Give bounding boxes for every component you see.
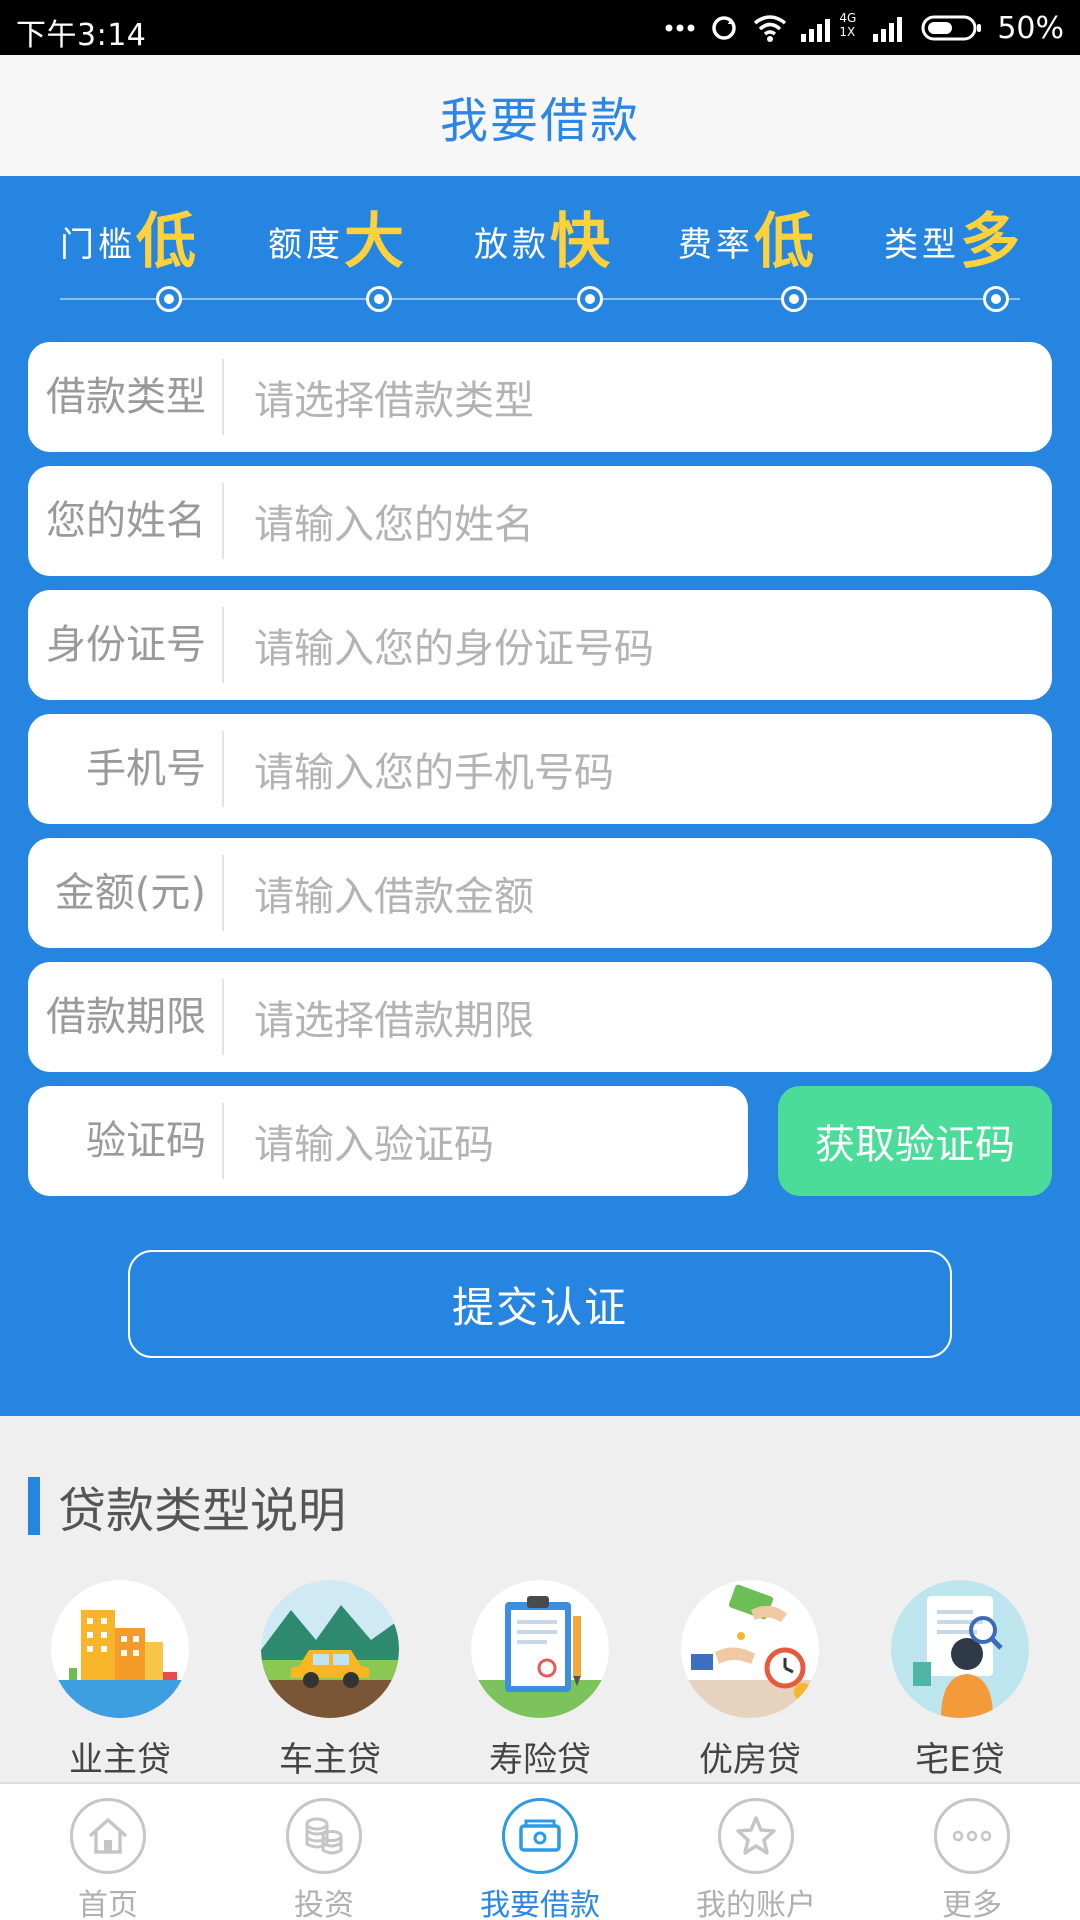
bottom-tab-bar: 首页 投资 我要借款 我的账户 更多 xyxy=(0,1782,1080,1920)
tab-label: 投资 xyxy=(294,1888,354,1920)
signal-icon xyxy=(873,14,907,42)
feature-big: 低 xyxy=(754,207,814,277)
tab-label: 我的账户 xyxy=(696,1888,816,1920)
coins-icon xyxy=(286,1798,362,1874)
loan-type-item[interactable]: 业主贷 xyxy=(40,1580,200,1781)
header: 我要借款 xyxy=(0,55,1080,176)
field-label: 借款类型 xyxy=(28,359,224,435)
feature-small: 放款 xyxy=(474,225,550,265)
loan-type-label: 车主贷 xyxy=(279,1740,381,1780)
tab-home[interactable]: 首页 xyxy=(28,1798,188,1920)
loan-type-select[interactable]: 借款类型 请选择借款类型 xyxy=(28,342,1052,452)
feature-list: 门槛 低 额度 大 放款 快 费率 低 类型 多 xyxy=(0,196,1080,276)
battery-percent: 50% xyxy=(997,10,1064,46)
loan-type-label: 业主贷 xyxy=(69,1740,171,1780)
timeline-dot xyxy=(577,286,603,312)
section-title-text: 贷款类型说明 xyxy=(58,1483,347,1539)
field-placeholder: 请输入您的手机号码 xyxy=(254,750,614,796)
field-label: 身份证号 xyxy=(28,607,224,683)
wallet-icon xyxy=(502,1798,578,1874)
tab-account[interactable]: 我的账户 xyxy=(676,1798,836,1920)
network-type-bottom: 1X xyxy=(839,25,856,39)
loan-type-label: 寿险贷 xyxy=(489,1740,591,1780)
car-icon xyxy=(261,1580,399,1718)
more-dots-icon xyxy=(665,23,695,33)
loan-type-label: 优房贷 xyxy=(699,1740,801,1780)
field-label: 您的姓名 xyxy=(28,483,224,559)
field-placeholder: 请输入您的姓名 xyxy=(254,502,534,548)
field-placeholder: 请输入借款金额 xyxy=(254,874,534,920)
timeline-dot xyxy=(156,286,182,312)
feature-item: 额度 大 xyxy=(268,196,404,276)
page-title: 我要借款 xyxy=(439,92,640,149)
timeline-dot xyxy=(366,286,392,312)
status-icons: 4G 1X 50% xyxy=(665,8,1064,48)
wifi-icon xyxy=(753,14,787,42)
feature-big: 低 xyxy=(136,207,196,277)
building-icon xyxy=(51,1580,189,1718)
star-icon xyxy=(718,1798,794,1874)
battery-icon xyxy=(921,15,983,41)
field-label: 借款期限 xyxy=(28,979,224,1055)
loan-term-select[interactable]: 借款期限 请选择借款期限 xyxy=(28,962,1052,1072)
more-icon xyxy=(934,1798,1010,1874)
id-number-input[interactable]: 身份证号 请输入您的身份证号码 xyxy=(28,590,1052,700)
get-code-button[interactable]: 获取验证码 xyxy=(778,1086,1052,1196)
person-search-icon xyxy=(891,1580,1029,1718)
loan-type-item[interactable]: 车主贷 xyxy=(250,1580,410,1781)
feature-big: 快 xyxy=(550,207,610,277)
loan-type-item[interactable]: 宅E贷 xyxy=(880,1580,1040,1781)
feature-small: 门槛 xyxy=(60,225,136,265)
field-label: 手机号 xyxy=(28,731,224,807)
loan-type-item[interactable]: 优房贷 xyxy=(670,1580,830,1781)
feature-item: 类型 多 xyxy=(884,196,1020,276)
loan-type-label: 宅E贷 xyxy=(915,1740,1005,1780)
signal-4g-icon: 4G 1X xyxy=(801,12,859,44)
feature-big: 多 xyxy=(960,207,1020,277)
sync-icon xyxy=(709,13,739,43)
feature-big: 大 xyxy=(344,207,404,277)
feature-item: 放款 快 xyxy=(474,196,610,276)
verification-code-input[interactable]: 验证码 请输入验证码 xyxy=(28,1086,748,1196)
phone-input[interactable]: 手机号 请输入您的手机号码 xyxy=(28,714,1052,824)
tab-more[interactable]: 更多 xyxy=(892,1798,1052,1920)
loan-type-item[interactable]: 寿险贷 xyxy=(460,1580,620,1781)
clipboard-icon xyxy=(471,1580,609,1718)
section-accent-bar xyxy=(28,1477,40,1535)
tab-label: 首页 xyxy=(78,1888,138,1920)
field-placeholder: 请输入您的身份证号码 xyxy=(254,626,654,672)
field-placeholder: 请选择借款期限 xyxy=(254,998,534,1044)
tab-borrow[interactable]: 我要借款 xyxy=(460,1798,620,1920)
money-clock-icon xyxy=(681,1580,819,1718)
tab-invest[interactable]: 投资 xyxy=(244,1798,404,1920)
name-input[interactable]: 您的姓名 请输入您的姓名 xyxy=(28,466,1052,576)
timeline-dot xyxy=(983,286,1009,312)
amount-input[interactable]: 金额(元) 请输入借款金额 xyxy=(28,838,1052,948)
network-type-top: 4G xyxy=(839,11,857,25)
section-title: 贷款类型说明 xyxy=(28,1476,346,1539)
field-label: 验证码 xyxy=(28,1103,224,1179)
feature-item: 门槛 低 xyxy=(60,196,196,276)
feature-item: 费率 低 xyxy=(678,196,814,276)
home-icon xyxy=(70,1798,146,1874)
timeline-dot xyxy=(781,286,807,312)
feature-small: 额度 xyxy=(268,225,344,265)
submit-button[interactable]: 提交认证 xyxy=(128,1250,952,1358)
status-bar: 下午3:14 4G 1X 50% xyxy=(0,0,1080,55)
tab-label: 更多 xyxy=(942,1888,1002,1920)
feature-timeline xyxy=(60,298,1020,300)
tab-label: 我要借款 xyxy=(480,1888,600,1920)
field-placeholder: 请选择借款类型 xyxy=(254,378,534,424)
feature-small: 费率 xyxy=(678,225,754,265)
loan-form-panel: 门槛 低 额度 大 放款 快 费率 低 类型 多 借款类型 请选择借款类型 您的… xyxy=(0,176,1080,1416)
feature-small: 类型 xyxy=(884,225,960,265)
field-label: 金额(元) xyxy=(28,855,224,931)
status-time: 下午3:14 xyxy=(16,18,147,53)
field-placeholder: 请输入验证码 xyxy=(254,1122,494,1168)
